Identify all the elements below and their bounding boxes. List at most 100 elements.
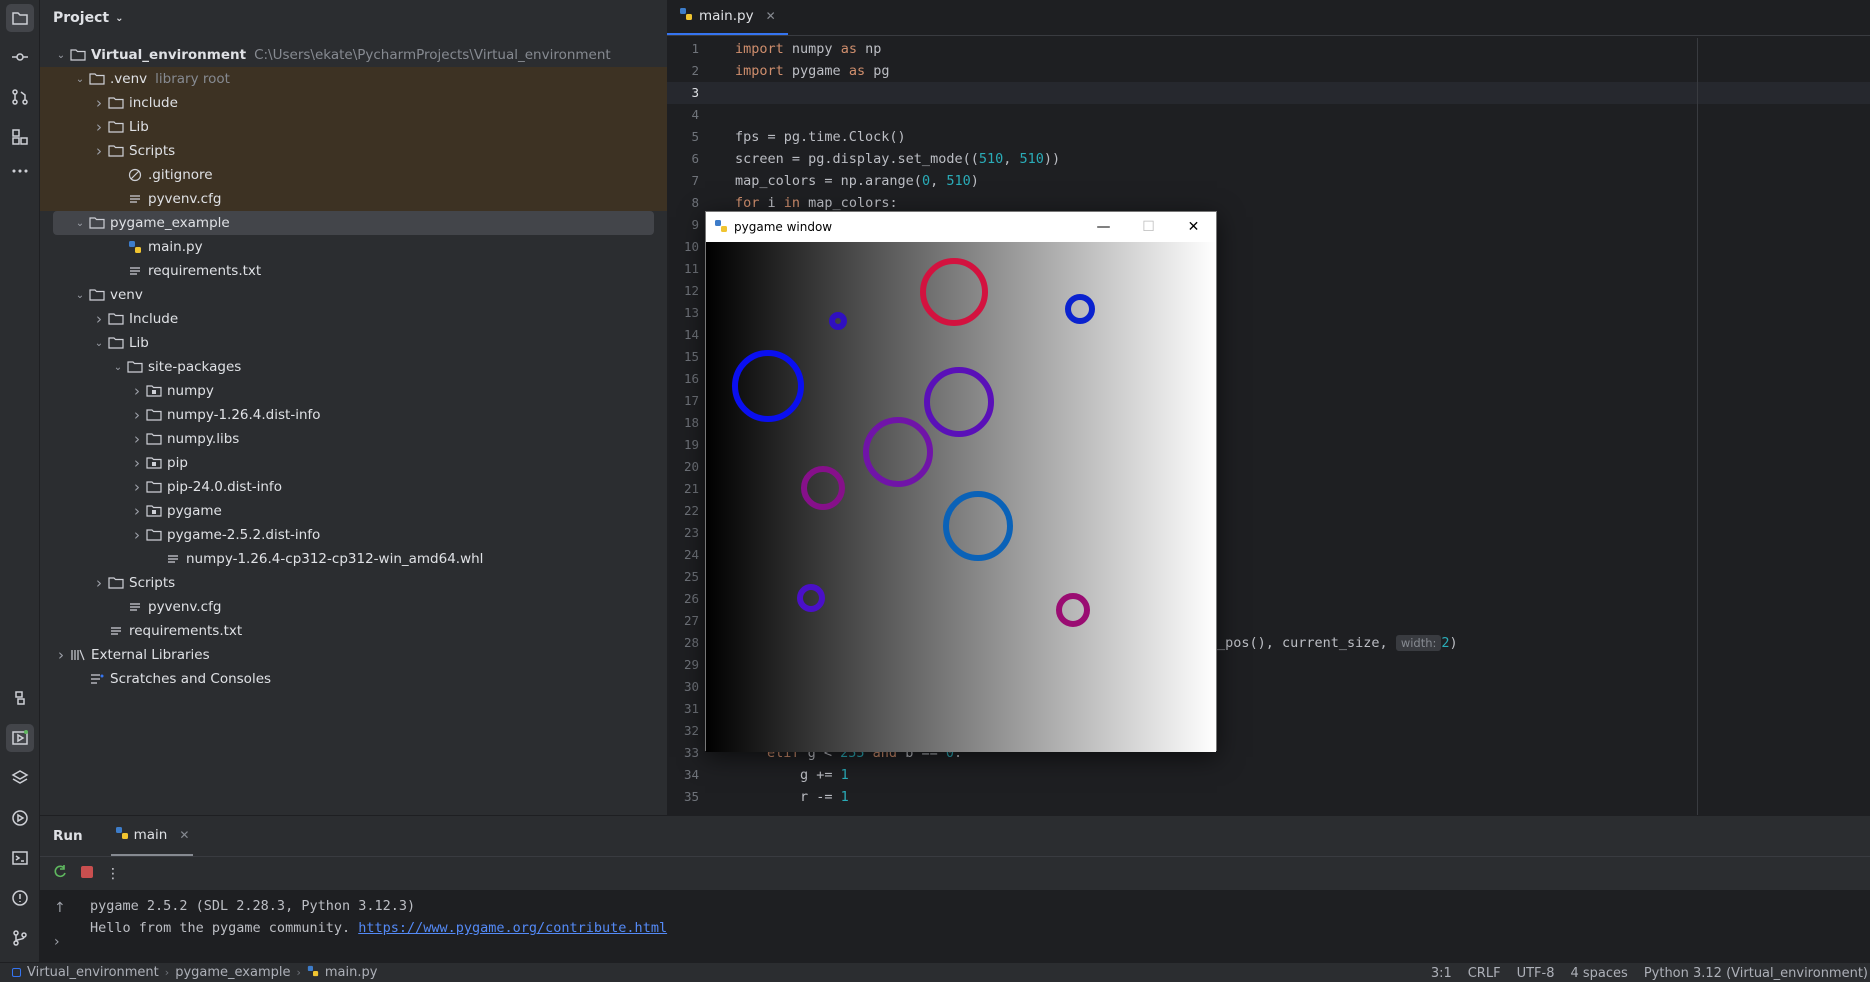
tree-item[interactable]: requirements.txt bbox=[40, 259, 667, 283]
tree-item[interactable]: › Scripts bbox=[40, 571, 667, 595]
tree-item[interactable]: ⌄ venv bbox=[40, 283, 667, 307]
chevron-down-icon[interactable]: ⌄ bbox=[72, 218, 88, 229]
chevron-down-icon[interactable]: ⌄ bbox=[110, 362, 126, 373]
terminal-icon[interactable] bbox=[6, 844, 34, 872]
project-tool-icon[interactable] bbox=[6, 4, 34, 32]
tree-item[interactable]: ⌄ Virtual_environment C:\Users\ekate\Pycha… bbox=[40, 43, 667, 67]
tree-item[interactable]: requirements.txt bbox=[40, 619, 667, 643]
git-icon[interactable] bbox=[6, 924, 34, 952]
python-interpreter[interactable]: Python 3.12 (Virtual_environment) bbox=[1644, 966, 1868, 981]
breadcrumb-item-folder[interactable]: pygame_example bbox=[175, 965, 290, 980]
run-tab-main[interactable]: main ✕ bbox=[110, 816, 194, 856]
minimize-button[interactable]: — bbox=[1081, 212, 1126, 242]
contribute-link[interactable]: https://www.pygame.org/contribute.html bbox=[358, 920, 667, 936]
tree-item[interactable]: › pip bbox=[40, 451, 667, 475]
chevron-right-icon[interactable]: › bbox=[91, 310, 107, 328]
pygame-snake-icon bbox=[714, 219, 728, 236]
tree-item[interactable]: › numpy bbox=[40, 379, 667, 403]
tree-item[interactable]: pyvenv.cfg bbox=[40, 595, 667, 619]
tree-item[interactable]: ⌄ pygame_example bbox=[53, 211, 654, 235]
stop-icon[interactable] bbox=[80, 865, 94, 883]
text-file-icon bbox=[164, 551, 182, 567]
close-tab-icon[interactable]: ✕ bbox=[766, 9, 776, 23]
tree-item[interactable]: › Include bbox=[40, 307, 667, 331]
close-run-tab-icon[interactable]: ✕ bbox=[179, 828, 189, 842]
tree-item[interactable]: ⌄ Lib bbox=[40, 331, 667, 355]
pygame-titlebar[interactable]: pygame window — ☐ ✕ bbox=[706, 212, 1216, 242]
problems-icon[interactable] bbox=[6, 884, 34, 912]
tree-item[interactable]: Scratches and Consoles bbox=[40, 667, 667, 691]
services-icon[interactable] bbox=[6, 804, 34, 832]
console-output[interactable]: ↑ › pygame 2.5.2 (SDL 2.28.3, Python 3.1… bbox=[40, 890, 1870, 963]
layers-icon[interactable] bbox=[6, 764, 34, 792]
python-console-icon[interactable] bbox=[6, 684, 34, 712]
chevron-down-icon[interactable]: ⌄ bbox=[91, 338, 107, 349]
text-file-icon bbox=[126, 599, 144, 615]
commit-tool-icon[interactable] bbox=[6, 43, 34, 71]
chevron-right-icon[interactable]: › bbox=[91, 142, 107, 160]
line-number: 1 bbox=[691, 41, 699, 56]
scroll-up-icon[interactable]: ↑ bbox=[54, 900, 66, 916]
chevron-right-icon[interactable]: › bbox=[53, 646, 69, 664]
chevron-right-icon[interactable]: › bbox=[91, 94, 107, 112]
package-folder-icon bbox=[145, 383, 163, 399]
tree-item[interactable]: › numpy-1.26.4.dist-info bbox=[40, 403, 667, 427]
tree-item[interactable]: ⌄ site-packages bbox=[40, 355, 667, 379]
tree-item[interactable]: › pygame bbox=[40, 499, 667, 523]
tree-item[interactable]: › pygame-2.5.2.dist-info bbox=[40, 523, 667, 547]
file-encoding[interactable]: UTF-8 bbox=[1517, 966, 1555, 981]
more-tools-icon[interactable] bbox=[6, 157, 34, 185]
tree-item[interactable]: ⌄ .venv library root bbox=[40, 67, 667, 91]
tree-item[interactable]: main.py bbox=[40, 235, 667, 259]
tree-item[interactable]: › numpy.libs bbox=[40, 427, 667, 451]
tree-item[interactable]: pyvenv.cfg bbox=[40, 187, 667, 211]
breadcrumb-item-file[interactable]: main.py bbox=[325, 965, 378, 980]
chevron-right-icon[interactable]: › bbox=[129, 526, 145, 544]
line-ending[interactable]: CRLF bbox=[1468, 966, 1501, 981]
tab-main-py[interactable]: main.py ✕ bbox=[667, 0, 788, 35]
tree-item-label: numpy-1.26.4-cp312-cp312-win_amd64.whl bbox=[186, 551, 484, 567]
maximize-button[interactable]: ☐ bbox=[1126, 212, 1171, 242]
close-button[interactable]: ✕ bbox=[1171, 212, 1216, 242]
rerun-icon[interactable] bbox=[52, 864, 68, 884]
tree-item[interactable]: › pip-24.0.dist-info bbox=[40, 475, 667, 499]
chevron-down-icon[interactable]: ⌄ bbox=[53, 50, 69, 61]
tree-item-label: pygame bbox=[167, 503, 222, 519]
run-tool-icon[interactable] bbox=[6, 724, 34, 752]
more-options-icon[interactable]: ⋮ bbox=[106, 866, 120, 882]
chevron-right-icon[interactable]: › bbox=[129, 478, 145, 496]
chevron-down-icon[interactable]: ⌄ bbox=[72, 74, 88, 85]
chevron-right-icon[interactable]: › bbox=[129, 502, 145, 520]
tree-item[interactable]: › Scripts bbox=[40, 139, 667, 163]
tree-item[interactable]: numpy-1.26.4-cp312-cp312-win_amd64.whl bbox=[40, 547, 667, 571]
tree-item-label: pyvenv.cfg bbox=[148, 191, 222, 207]
structure-icon[interactable] bbox=[6, 123, 34, 151]
chevron-down-icon: ⌄ bbox=[115, 12, 124, 24]
tree-item-label: include bbox=[129, 95, 178, 111]
chevron-right-icon[interactable]: › bbox=[91, 118, 107, 136]
tree-item-label: .gitignore bbox=[148, 167, 213, 183]
code-content[interactable]: import numpy as np import pygame as pg f… bbox=[735, 38, 1835, 214]
chevron-down-icon[interactable]: ⌄ bbox=[72, 290, 88, 301]
pygame-canvas[interactable] bbox=[706, 242, 1216, 752]
text-file-icon bbox=[126, 263, 144, 279]
chevron-right-icon[interactable]: › bbox=[129, 406, 145, 424]
project-view-selector[interactable]: Project ⌄ bbox=[40, 0, 667, 36]
tree-item-label: numpy.libs bbox=[167, 431, 240, 447]
chevron-right-icon[interactable]: › bbox=[129, 430, 145, 448]
expand-icon[interactable]: › bbox=[54, 934, 60, 950]
pull-requests-icon[interactable] bbox=[6, 83, 34, 111]
tree-item[interactable]: › Lib bbox=[40, 115, 667, 139]
pygame-window[interactable]: pygame window — ☐ ✕ bbox=[705, 211, 1217, 752]
chevron-right-icon[interactable]: › bbox=[91, 574, 107, 592]
chevron-right-icon[interactable]: › bbox=[129, 382, 145, 400]
code-line-35: r -= 1 bbox=[735, 789, 849, 805]
tree-item[interactable]: › include bbox=[40, 91, 667, 115]
chevron-right-icon[interactable]: › bbox=[129, 454, 145, 472]
tree-item[interactable]: .gitignore bbox=[40, 163, 667, 187]
caret-position[interactable]: 3:1 bbox=[1431, 966, 1452, 981]
tree-item[interactable]: › External Libraries bbox=[40, 643, 667, 667]
indent-setting[interactable]: 4 spaces bbox=[1570, 966, 1627, 981]
tree-item-label: numpy-1.26.4.dist-info bbox=[167, 407, 321, 423]
breadcrumb-item-project[interactable]: Virtual_environment bbox=[27, 965, 159, 980]
